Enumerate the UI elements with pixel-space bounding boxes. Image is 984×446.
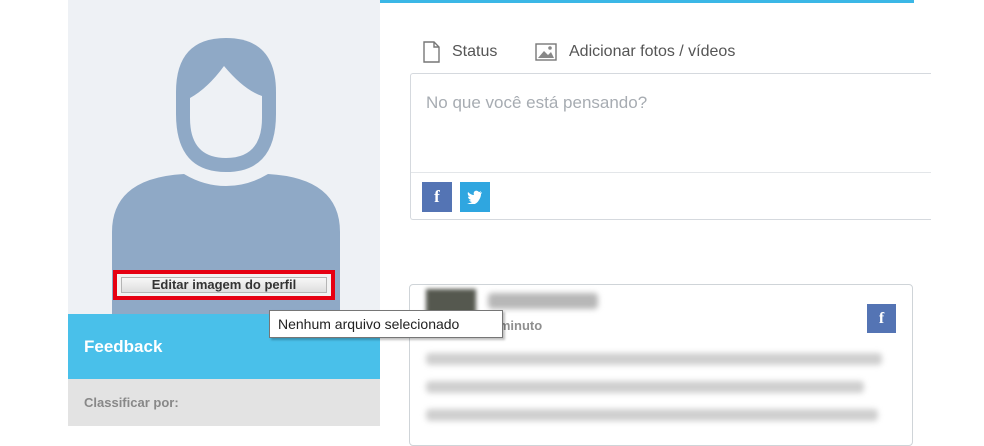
post-text-line (426, 353, 882, 365)
sort-bar[interactable]: Classificar por: (68, 379, 380, 426)
twitter-icon (467, 190, 482, 205)
post-text-line (426, 381, 864, 393)
sort-label: Classificar por: (84, 395, 179, 410)
status-composer: No que você está pensando? f (410, 73, 931, 220)
share-facebook-button[interactable]: f (422, 182, 452, 212)
post-facebook-icon[interactable]: f (867, 304, 896, 333)
edit-profile-image-highlight[interactable]: Editar imagem do perfil (113, 270, 335, 300)
profile-panel (68, 0, 380, 316)
facebook-icon: f (434, 187, 440, 206)
share-twitter-button[interactable] (460, 182, 490, 212)
feedback-title: Feedback (84, 337, 163, 356)
tab-status-label: Status (452, 43, 498, 60)
composer-divider (411, 172, 931, 173)
post-author-name[interactable] (488, 293, 598, 309)
post-text-line (426, 409, 878, 421)
file-input-tooltip: Nenhum arquivo selecionado (269, 310, 503, 338)
image-icon (535, 43, 557, 61)
status-input[interactable]: No que você está pensando? (426, 93, 647, 113)
tab-add-photos-label: Adicionar fotos / vídeos (569, 43, 736, 60)
document-icon (423, 41, 440, 63)
post-card: 1 minuto f (409, 284, 913, 446)
edit-profile-image-button[interactable]: Editar imagem do perfil (121, 277, 327, 293)
